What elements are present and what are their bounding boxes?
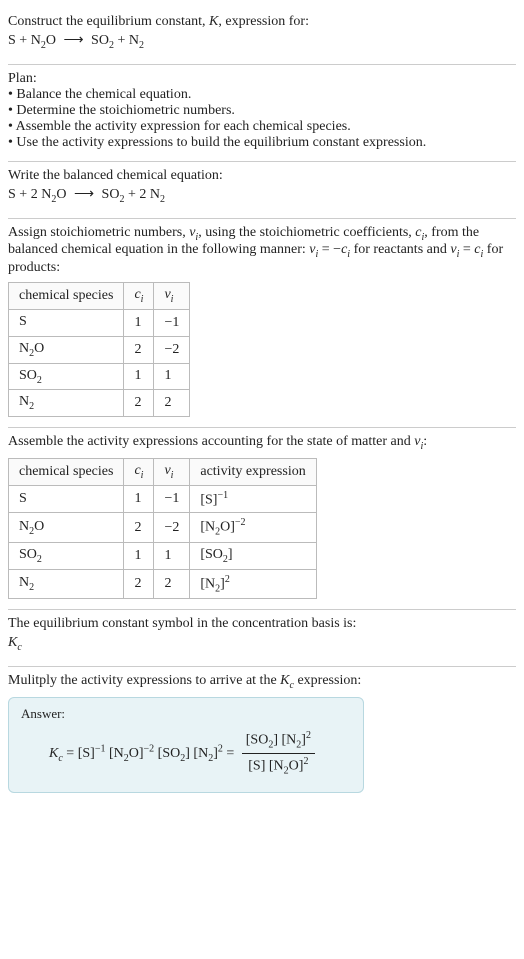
activity-text: Assemble the activity expressions accoun…: [8, 434, 516, 452]
plan-bullet-1: • Balance the chemical equation.: [8, 87, 516, 103]
balanced-heading: Write the balanced chemical equation:: [8, 168, 516, 184]
answer-fraction: [SO2] [N2]2[S] [N2O]2: [242, 728, 315, 780]
answer-box: Answer: Kc = [S]−1 [N2O]−2 [SO2] [N2]2 =…: [8, 697, 364, 793]
section-kc-symbol: The equilibrium constant symbol in the c…: [8, 610, 516, 667]
table-row: N222: [9, 390, 190, 417]
activity-table: chemical species ci νi activity expressi…: [8, 458, 317, 599]
species-N2O: N2O: [31, 33, 56, 48]
plan-bullet-4: • Use the activity expressions to build …: [8, 135, 516, 151]
arrow-icon: ⟶: [59, 30, 87, 52]
stoich-table: chemical species ci νi S1−1 N2O2−2 SO211…: [8, 282, 190, 417]
final-text: Mulitply the activity expressions to arr…: [8, 673, 516, 691]
table-header-row: chemical species ci νi: [9, 283, 190, 310]
species-SO2: SO2: [91, 33, 114, 48]
section-stoich-table: Assign stoichiometric numbers, νi, using…: [8, 219, 516, 429]
section-intro: Construct the equilibrium constant, K, e…: [8, 8, 516, 65]
plan-bullet-2: • Determine the stoichiometric numbers.: [8, 103, 516, 119]
table-row: N2O 2−2 [N2O]−2: [9, 513, 317, 542]
answer-equation: Kc = [S]−1 [N2O]−2 [SO2] [N2]2 = [SO2] […: [21, 728, 351, 780]
table-row: S1−1: [9, 309, 190, 336]
answer-label: Answer:: [21, 706, 351, 722]
intro-K: K: [209, 14, 218, 29]
species-S: S: [8, 33, 16, 48]
arrow-icon: ⟶: [70, 184, 98, 206]
section-activity: Assemble the activity expressions accoun…: [8, 428, 516, 610]
intro-text: Construct the equilibrium constant, K, e…: [8, 14, 516, 30]
th-ci: ci: [124, 283, 154, 310]
section-final: Mulitply the activity expressions to arr…: [8, 667, 516, 803]
intro-text-a: Construct the equilibrium constant,: [8, 14, 209, 29]
plan-bullet-3: • Assemble the activity expression for e…: [8, 119, 516, 135]
table-row: SO211: [9, 363, 190, 390]
stoich-text: Assign stoichiometric numbers, νi, using…: [8, 225, 516, 277]
table-header-row: chemical species ci νi activity expressi…: [9, 458, 317, 485]
section-plan: Plan: • Balance the chemical equation. •…: [8, 65, 516, 162]
species-N2: N2: [129, 33, 144, 48]
table-row: S 1−1 [S]−1: [9, 485, 317, 513]
kc-text: The equilibrium constant symbol in the c…: [8, 616, 516, 632]
section-balanced: Write the balanced chemical equation: S …: [8, 162, 516, 219]
th-nui: νi: [154, 283, 190, 310]
kc-symbol: Kc: [8, 632, 516, 656]
table-row: SO2 11 [SO2]: [9, 542, 317, 569]
plan-heading: Plan:: [8, 71, 516, 87]
balanced-equation: S + 2 N2O ⟶ SO2 + 2 N2: [8, 184, 516, 208]
intro-text-b: , expression for:: [218, 14, 309, 29]
table-row: N2 22 [N2]2: [9, 569, 317, 598]
table-row: N2O2−2: [9, 336, 190, 363]
th-species: chemical species: [9, 283, 124, 310]
unbalanced-equation: S + N2O ⟶ SO2 + N2: [8, 30, 516, 54]
